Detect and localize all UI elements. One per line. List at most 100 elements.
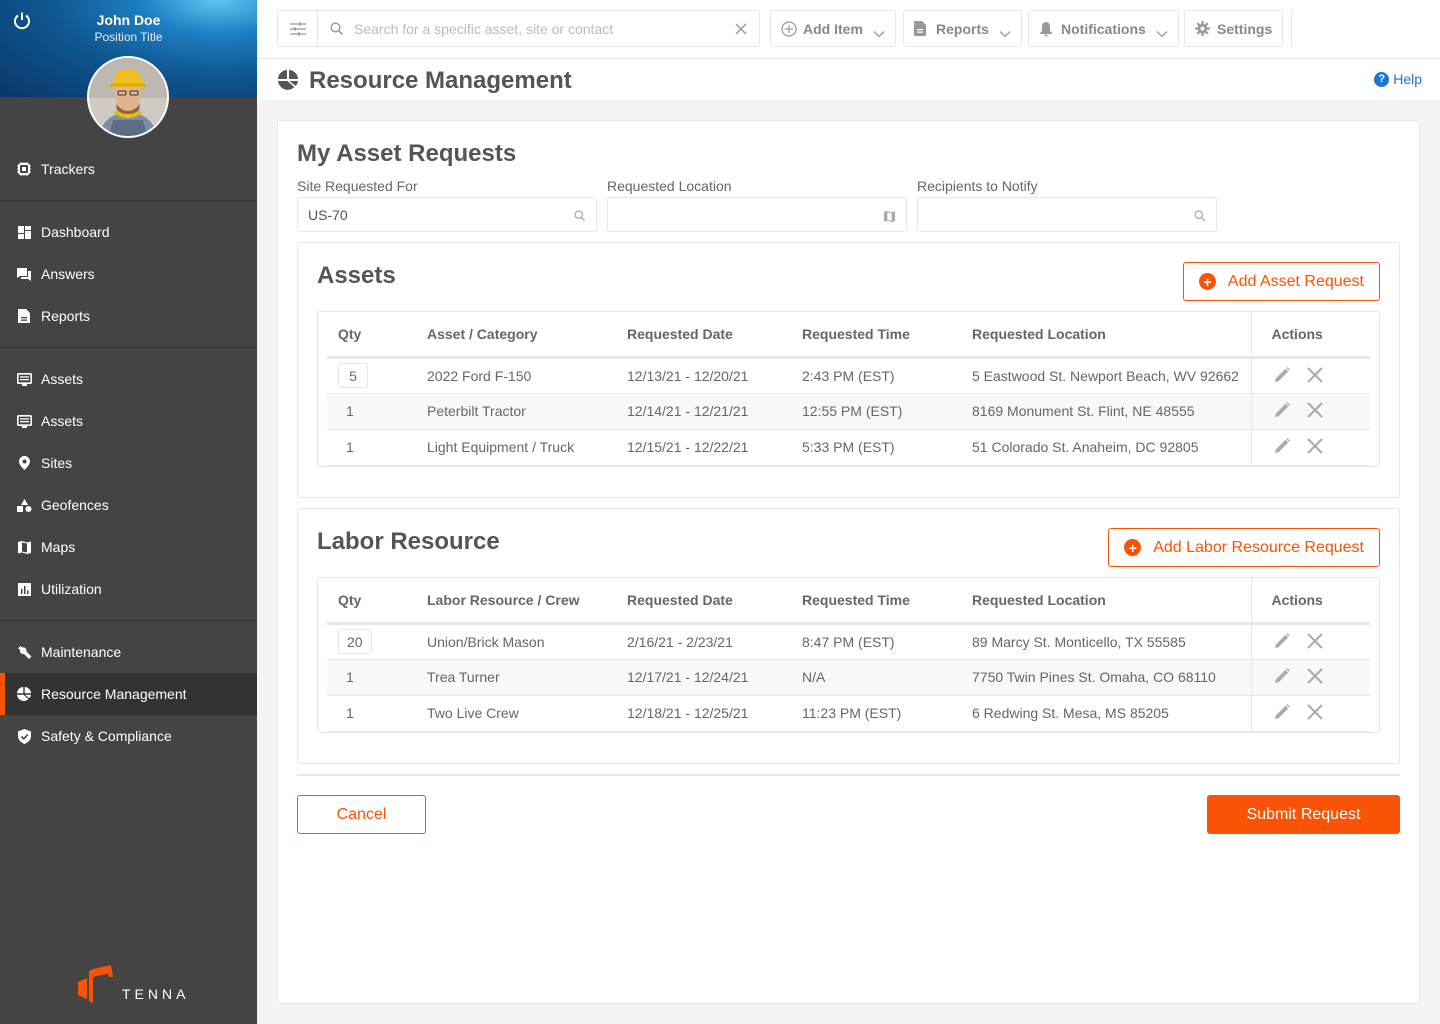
edit-pencil-icon[interactable] <box>1272 666 1292 686</box>
tenna-logo-mark <box>78 965 113 1003</box>
help-link[interactable]: ? Help <box>1374 71 1422 87</box>
asset-name: 2022 Ford F-150 <box>427 357 627 394</box>
qty-value: 1 <box>346 439 354 455</box>
topbar: Add Item Reports Notifications Settings <box>257 0 1440 59</box>
labor-section: Labor Resource + Add Labor Resource Requ… <box>297 508 1400 764</box>
assets-section: Assets + Add Asset Request Qty Asset / C… <box>297 242 1400 498</box>
recipients-input-box <box>917 197 1217 232</box>
chevron-down-icon <box>999 25 1011 37</box>
page-title: Resource Management <box>309 67 572 94</box>
sidebar-item-trackers[interactable]: Trackers <box>0 148 257 190</box>
table-header-row: Qty Asset / Category Requested Date Requ… <box>327 312 1370 359</box>
edit-pencil-icon[interactable] <box>1272 400 1292 420</box>
col-asset-category: Asset / Category <box>427 312 627 359</box>
sidebar-item-dashboard[interactable]: Dashboard <box>0 211 257 253</box>
cancel-button[interactable]: Cancel <box>297 795 426 834</box>
sidebar-item-safety-compliance[interactable]: Safety & Compliance <box>0 715 257 757</box>
dashboard-icon <box>16 224 32 240</box>
sidebar-item-reports[interactable]: Reports <box>0 295 257 337</box>
sidebar: John Doe Position Title Trackers Dashboa… <box>0 0 257 1024</box>
search-input[interactable] <box>354 20 733 37</box>
edit-pencil-icon[interactable] <box>1272 365 1292 385</box>
requested-time: 11:23 PM (EST) <box>802 695 972 732</box>
sidebar-item-label: Resource Management <box>41 686 187 702</box>
recipients-input[interactable] <box>928 206 1194 223</box>
filter-sliders-icon[interactable] <box>278 11 318 46</box>
delete-x-icon[interactable] <box>1305 400 1325 420</box>
sidebar-item-maintenance[interactable]: Maintenance <box>0 631 257 673</box>
table-row: 1 Peterbilt Tractor 12/14/21 - 12/21/21 … <box>327 393 1370 430</box>
location-input-box <box>607 197 907 232</box>
delete-x-icon[interactable] <box>1305 702 1325 722</box>
plus-circle-icon: + <box>1198 273 1216 290</box>
delete-x-icon[interactable] <box>1305 365 1325 385</box>
reports-label: Reports <box>936 20 989 37</box>
help-icon: ? <box>1374 71 1390 87</box>
sidebar-item-label: Trackers <box>41 161 95 177</box>
plus-circle-icon: + <box>1124 539 1142 556</box>
nav-group-insights: Dashboard Answers Reports <box>0 201 257 348</box>
sidebar-item-sites[interactable]: Sites <box>0 442 257 484</box>
add-labor-request-button[interactable]: + Add Labor Resource Request <box>1108 528 1380 567</box>
requested-date: 12/14/21 - 12/21/21 <box>627 393 802 430</box>
col-requested-date: Requested Date <box>627 578 802 625</box>
sidebar-item-label: Maps <box>41 539 76 555</box>
sidebar-item-assets[interactable]: Assets <box>0 358 257 400</box>
labor-name: Two Live Crew <box>427 695 627 732</box>
sidebar-item-resource-management[interactable]: Resource Management <box>0 673 257 715</box>
col-qty: Qty <box>327 312 427 359</box>
delete-x-icon[interactable] <box>1305 631 1325 651</box>
table-row: 1 Two Live Crew 12/18/21 - 12/25/21 11:2… <box>327 695 1370 732</box>
location-input[interactable] <box>618 206 884 223</box>
user-title: Position Title <box>94 30 163 44</box>
requested-time: N/A <box>802 659 972 696</box>
sidebar-item-maps[interactable]: Maps <box>0 526 257 568</box>
col-requested-location: Requested Location <box>972 578 1251 625</box>
logo-text: TENNA <box>122 986 190 1002</box>
wrench-icon <box>16 644 32 660</box>
notifications-button[interactable]: Notifications <box>1028 10 1179 47</box>
delete-x-icon[interactable] <box>1305 666 1325 686</box>
requested-location: 51 Colorado St. Anaheim, DC 92805 <box>972 429 1251 466</box>
notifications-label: Notifications <box>1061 20 1146 37</box>
shield-check-icon <box>16 728 32 744</box>
search-icon <box>330 21 344 36</box>
toolbar-divider <box>1291 10 1292 47</box>
reports-button[interactable]: Reports <box>903 10 1022 47</box>
add-asset-request-button[interactable]: + Add Asset Request <box>1182 262 1380 301</box>
sidebar-item-label: Dashboard <box>41 224 110 240</box>
sidebar-item-label: Answers <box>41 266 95 282</box>
card-title: My Asset Requests <box>297 140 517 167</box>
settings-button[interactable]: Settings <box>1184 10 1284 47</box>
requested-time: 12:55 PM (EST) <box>802 393 972 430</box>
requested-date: 12/13/21 - 12/20/21 <box>627 357 802 394</box>
monitor-icon <box>16 371 32 387</box>
gear-icon <box>1195 21 1211 37</box>
table-row: 1 Trea Turner 12/17/21 - 12/24/21 N/A 77… <box>327 659 1370 696</box>
chevron-down-icon <box>873 25 885 37</box>
submit-request-button[interactable]: Submit Request <box>1207 795 1400 834</box>
sidebar-item-utilization[interactable]: Utilization <box>0 568 257 610</box>
qty-input[interactable]: 20 <box>338 629 372 654</box>
site-input[interactable] <box>308 206 574 223</box>
sidebar-nav: Trackers Dashboard Answers Reports Asset… <box>0 148 257 757</box>
sidebar-item-assets-2[interactable]: Assets <box>0 400 257 442</box>
edit-pencil-icon[interactable] <box>1272 631 1292 651</box>
qty-input[interactable]: 5 <box>338 363 368 388</box>
col-actions: Actions <box>1250 578 1370 625</box>
edit-pencil-icon[interactable] <box>1272 702 1292 722</box>
delete-x-icon[interactable] <box>1305 436 1325 456</box>
add-item-button[interactable]: Add Item <box>770 10 896 47</box>
col-requested-time: Requested Time <box>802 578 972 625</box>
tenna-logo: TENNA <box>78 965 189 1003</box>
sidebar-item-answers[interactable]: Answers <box>0 253 257 295</box>
requested-location: 7750 Twin Pines St. Omaha, CO 68110 <box>972 659 1251 696</box>
avatar[interactable] <box>87 56 169 138</box>
close-icon[interactable] <box>733 21 749 37</box>
sidebar-item-geofences[interactable]: Geofences <box>0 484 257 526</box>
edit-pencil-icon[interactable] <box>1272 436 1292 456</box>
nav-group-trackers: Trackers <box>0 148 257 201</box>
recipients-label: Recipients to Notify <box>917 178 1038 194</box>
bar-chart-icon <box>16 581 32 597</box>
sidebar-item-label: Geofences <box>41 497 109 513</box>
